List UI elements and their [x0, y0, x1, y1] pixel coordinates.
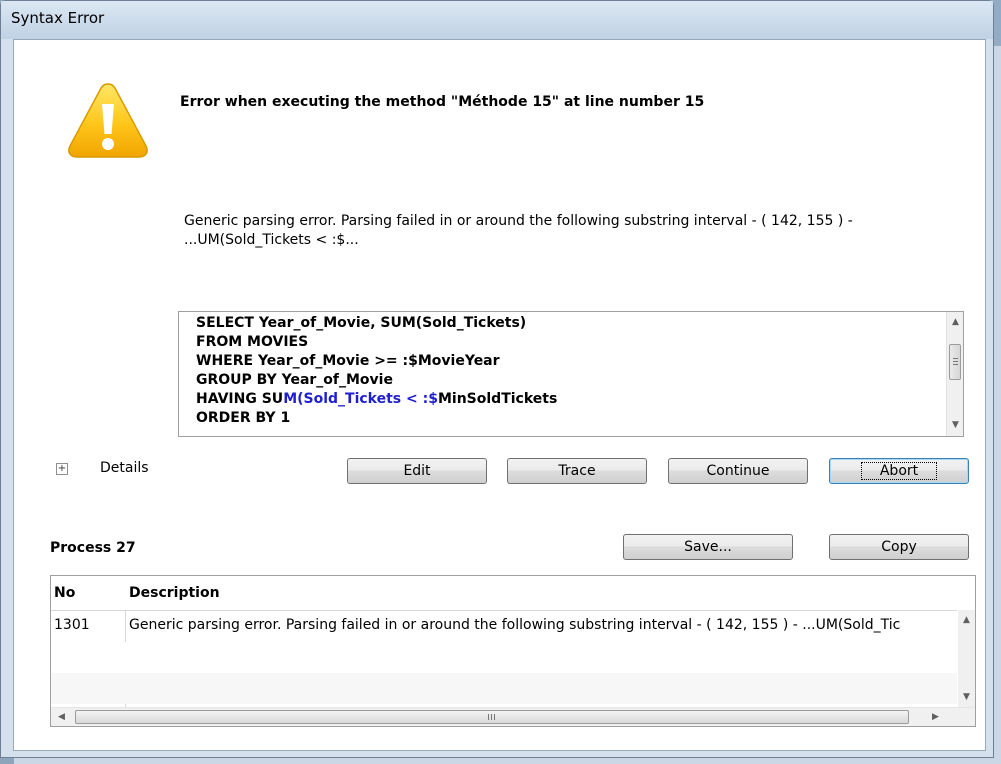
scroll-right-arrow-icon[interactable]: ▶	[927, 709, 944, 726]
details-label[interactable]: Details	[100, 460, 149, 476]
title-bar[interactable]: Syntax Error	[1, 1, 993, 39]
query-text: HAVING SU	[196, 391, 284, 407]
process-label: Process 27	[50, 540, 136, 556]
warning-icon	[68, 83, 148, 158]
dialog-body: Error when executing the method "Méthode…	[13, 39, 986, 751]
query-scrollbar[interactable]: ▲ ▼	[946, 312, 963, 436]
cell-description: Generic parsing error. Parsing failed in…	[129, 617, 901, 633]
table-header: No Description	[51, 576, 957, 611]
table-row[interactable]	[51, 673, 957, 704]
abort-button[interactable]: Abort	[829, 458, 969, 484]
scroll-down-arrow-icon[interactable]: ▼	[947, 417, 963, 434]
query-lines: SELECT Year_of_Movie, SUM(Sold_Tickets) …	[196, 314, 557, 428]
column-header-no[interactable]: No	[54, 585, 75, 601]
query-text: MinSoldTickets	[437, 391, 558, 407]
scroll-left-arrow-icon[interactable]: ◀	[53, 709, 70, 726]
query-line: ORDER BY 1	[196, 410, 291, 426]
horizontal-scroll-thumb[interactable]	[75, 710, 909, 724]
query-line: FROM MOVIES	[196, 334, 309, 350]
error-detail-line: Generic parsing error. Parsing failed in…	[184, 213, 853, 229]
error-detail-line: ...UM(Sold_Tickets < :$...	[184, 232, 359, 248]
column-header-description[interactable]: Description	[129, 585, 220, 601]
copy-button-label: Copy	[881, 539, 917, 555]
continue-button-label: Continue	[706, 463, 770, 479]
trace-button[interactable]: Trace	[507, 458, 647, 484]
syntax-error-dialog: Syntax Error Error when executing the me…	[0, 0, 994, 758]
details-expand-icon[interactable]: +	[56, 463, 68, 475]
query-line: SELECT Year_of_Movie, SUM(Sold_Tickets)	[196, 315, 527, 331]
cell-no: 1301	[54, 617, 90, 633]
window-title: Syntax Error	[11, 9, 105, 27]
table-vertical-scrollbar[interactable]: ▲ ▼	[958, 610, 975, 708]
edit-button-label: Edit	[403, 463, 431, 479]
scroll-down-arrow-icon[interactable]: ▼	[958, 689, 975, 706]
abort-button-label: Abort	[860, 462, 938, 480]
scroll-up-arrow-icon[interactable]: ▲	[958, 612, 975, 629]
copy-button[interactable]: Copy	[829, 534, 969, 560]
continue-button[interactable]: Continue	[668, 458, 808, 484]
error-message: Error when executing the method "Méthode…	[180, 94, 705, 110]
trace-button-label: Trace	[558, 463, 596, 479]
edit-button[interactable]: Edit	[347, 458, 487, 484]
table-row[interactable]: 1301 Generic parsing error. Parsing fail…	[51, 611, 957, 642]
table-row[interactable]	[51, 642, 957, 673]
error-highlight: M(Sold_Tickets < :$	[283, 391, 438, 407]
save-button[interactable]: Save...	[623, 534, 793, 560]
scroll-thumb[interactable]	[949, 344, 961, 380]
scroll-up-arrow-icon[interactable]: ▲	[947, 314, 963, 331]
process-log-table[interactable]: No Description 1301 Generic parsing erro…	[50, 575, 976, 727]
error-detail: Generic parsing error. Parsing failed in…	[184, 212, 964, 250]
save-button-label: Save...	[684, 539, 732, 555]
query-text-box[interactable]: SELECT Year_of_Movie, SUM(Sold_Tickets) …	[178, 311, 964, 437]
table-horizontal-scrollbar[interactable]: ◀ ▶	[51, 707, 975, 726]
query-line: HAVING SUM(Sold_Tickets < :$MinSoldTicke…	[196, 390, 557, 409]
query-line: WHERE Year_of_Movie >= :$MovieYear	[196, 353, 500, 369]
query-line: GROUP BY Year_of_Movie	[196, 372, 393, 388]
